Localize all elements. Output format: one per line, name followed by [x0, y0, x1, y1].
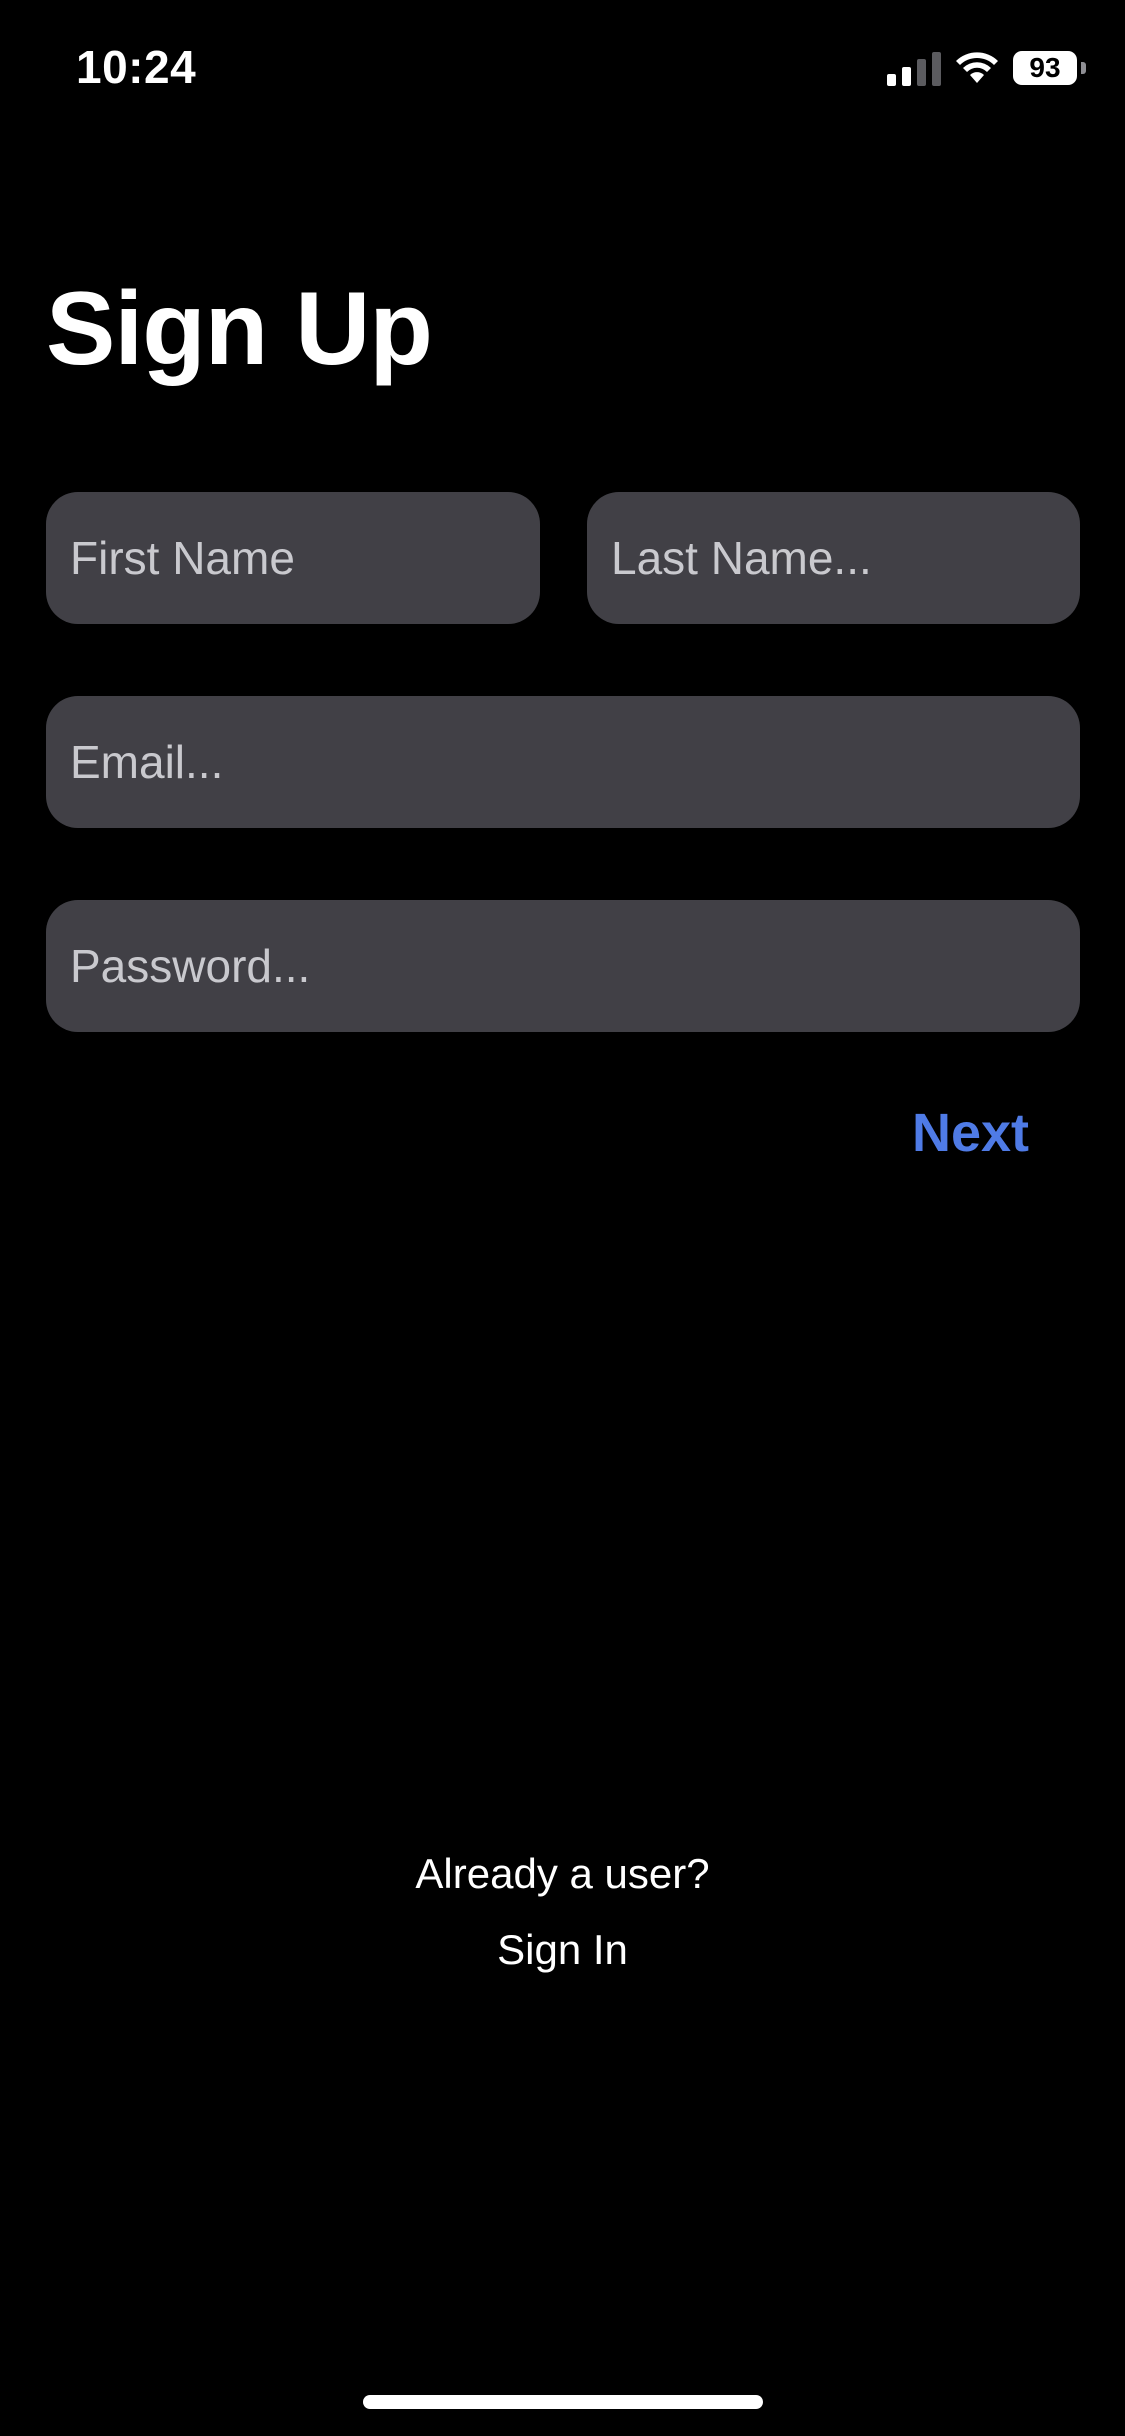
home-indicator[interactable]: [363, 2395, 763, 2409]
already-user-label: Already a user?: [415, 1850, 710, 1897]
status-time: 10:24: [76, 41, 197, 93]
first-name-field[interactable]: [46, 492, 540, 624]
battery-icon: 93: [1013, 51, 1086, 85]
page-title: Sign Up: [46, 271, 433, 387]
sign-in-link[interactable]: Sign In: [0, 1926, 1125, 1974]
email-field[interactable]: [46, 696, 1080, 828]
next-button[interactable]: Next: [912, 1102, 1029, 1164]
battery-level: 93: [1029, 52, 1061, 83]
cellular-signal-icon: [887, 50, 941, 86]
status-indicators: 93: [887, 48, 1086, 88]
wifi-icon: [956, 52, 998, 83]
last-name-field[interactable]: [587, 492, 1080, 624]
password-field[interactable]: [46, 900, 1080, 1032]
